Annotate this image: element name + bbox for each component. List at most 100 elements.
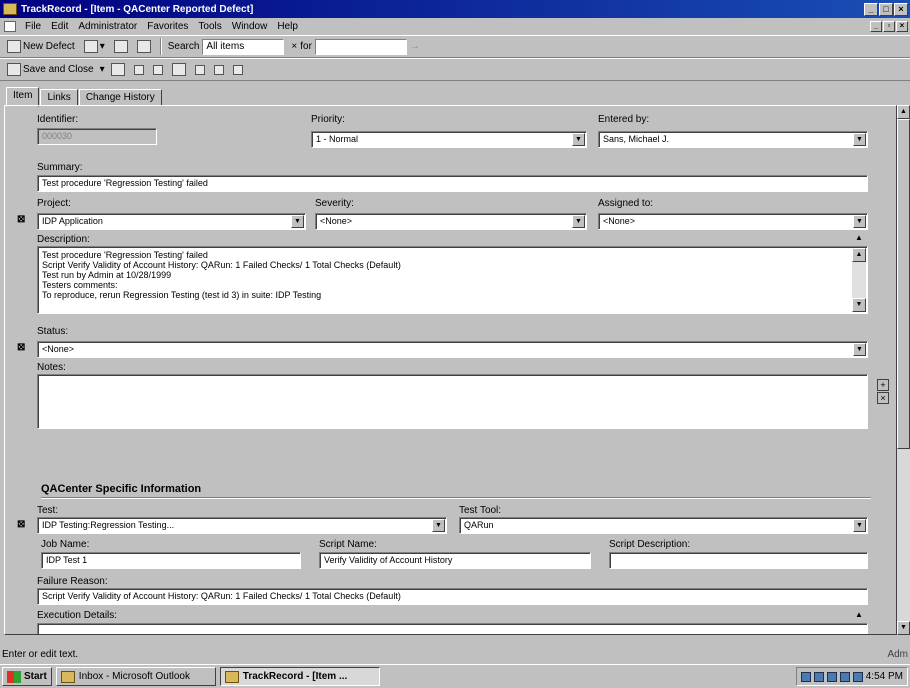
- scrollbar-thumb[interactable]: [897, 119, 910, 449]
- folder-up-button[interactable]: [134, 39, 154, 54]
- chevron-down-icon[interactable]: ▾: [100, 64, 105, 75]
- scroll-up-icon[interactable]: ▲: [897, 105, 910, 119]
- chevron-down-icon[interactable]: ▼: [853, 343, 866, 356]
- tab-links[interactable]: Links: [40, 89, 78, 106]
- menu-help[interactable]: Help: [272, 21, 303, 32]
- chevron-down-icon[interactable]: ▼: [572, 215, 585, 228]
- scroll-down-icon[interactable]: ▼: [852, 298, 866, 312]
- expand-icon[interactable]: ▲: [855, 233, 863, 242]
- display-icon[interactable]: [852, 671, 863, 682]
- script-description-input[interactable]: [609, 552, 868, 569]
- mdi-restore-button[interactable]: ▫: [883, 21, 895, 32]
- new-defect-button[interactable]: New Defect: [4, 39, 78, 54]
- description-line: To reproduce, rerun Regression Testing (…: [42, 290, 322, 300]
- delete-note-icon[interactable]: ×: [877, 392, 889, 404]
- menu-window[interactable]: Window: [227, 21, 273, 32]
- item-form-panel: Identifier: 000030 Priority: 1 - Normal …: [4, 105, 897, 635]
- minimize-button[interactable]: _: [864, 2, 878, 16]
- new-item-icon: [7, 40, 21, 53]
- close-button[interactable]: ×: [894, 2, 908, 16]
- previous-item-button[interactable]: [211, 64, 227, 76]
- next-icon: [232, 64, 243, 75]
- execution-details-label: Execution Details:: [37, 610, 118, 621]
- print-icon: [110, 63, 125, 76]
- test-tool-select[interactable]: QARun ▼: [459, 517, 868, 534]
- menu-administrator[interactable]: Administrator: [73, 21, 142, 32]
- volume-icon[interactable]: [813, 671, 824, 682]
- copy-icon: [152, 64, 163, 75]
- scroll-up-icon[interactable]: ▲: [852, 248, 866, 262]
- title-bar: TrackRecord - [Item - QACenter Reported …: [0, 0, 910, 18]
- copy-button[interactable]: [150, 64, 166, 76]
- required-marker-icon: ⊠: [17, 342, 26, 353]
- cut-button[interactable]: [131, 64, 147, 76]
- antivirus-icon[interactable]: [826, 671, 837, 682]
- panel-scrollbar[interactable]: ▲ ▼: [897, 105, 910, 635]
- list-view-button[interactable]: [111, 39, 131, 54]
- menu-file[interactable]: File: [20, 21, 46, 32]
- test-value: IDP Testing:Regression Testing...: [42, 520, 175, 530]
- next-item-button[interactable]: [230, 64, 246, 76]
- required-marker-icon: ⊠: [17, 519, 26, 530]
- status-bar: Enter or edit text. Adm: [0, 645, 910, 663]
- new-dropdown-button[interactable]: ▾: [81, 39, 108, 54]
- description-textarea[interactable]: Test procedure 'Regression Testing' fail…: [37, 246, 868, 314]
- menu-edit[interactable]: Edit: [46, 21, 73, 32]
- script-name-input[interactable]: Verify Validity of Account History: [319, 552, 591, 569]
- chevron-down-icon[interactable]: ▼: [432, 519, 445, 532]
- entered-by-select[interactable]: Sans, Michael J. ▼: [598, 131, 868, 148]
- print-button[interactable]: [108, 62, 128, 77]
- search-text-input[interactable]: [314, 38, 407, 55]
- chevron-down-icon[interactable]: ▼: [291, 215, 304, 228]
- assigned-to-label: Assigned to:: [598, 198, 654, 209]
- add-note-icon[interactable]: +: [877, 379, 889, 391]
- go-button[interactable]: →: [410, 41, 420, 52]
- notes-textarea[interactable]: [37, 374, 868, 429]
- chevron-down-icon[interactable]: ▼: [853, 133, 866, 146]
- description-scrollbar[interactable]: ▲ ▼: [852, 248, 866, 312]
- tab-item[interactable]: Item: [6, 87, 40, 107]
- description-line: Testers comments:: [42, 280, 118, 290]
- test-tool-label: Test Tool:: [459, 505, 502, 516]
- clipboard-icon[interactable]: [839, 671, 850, 682]
- severity-select[interactable]: <None> ▼: [315, 213, 587, 230]
- toolbar-separator: [159, 38, 162, 55]
- task-outlook[interactable]: Inbox - Microsoft Outlook: [55, 667, 216, 686]
- clock[interactable]: 4:54 PM: [866, 671, 903, 682]
- chevron-down-icon[interactable]: ▼: [572, 133, 585, 146]
- summary-input[interactable]: Test procedure 'Regression Testing' fail…: [37, 175, 868, 192]
- save-close-button[interactable]: Save and Close: [4, 62, 97, 77]
- job-name-input[interactable]: IDP Test 1: [41, 552, 301, 569]
- chevron-down-icon[interactable]: ▼: [853, 215, 866, 228]
- task-trackrecord[interactable]: TrackRecord - [Item ...: [219, 667, 380, 686]
- menu-tools[interactable]: Tools: [193, 21, 226, 32]
- dismiss-icon[interactable]: ×: [291, 41, 297, 52]
- status-select[interactable]: <None> ▼: [37, 341, 868, 358]
- network-icon[interactable]: [800, 671, 811, 682]
- chevron-down-icon[interactable]: ▼: [853, 519, 866, 532]
- search-scope-value: All items: [206, 41, 245, 52]
- scroll-down-icon[interactable]: ▼: [897, 621, 910, 635]
- start-button[interactable]: Start: [2, 667, 52, 686]
- description-line: Test run by Admin at 10/28/1999: [42, 270, 172, 280]
- failure-reason-input[interactable]: Script Verify Validity of Account Histor…: [37, 588, 868, 605]
- test-select[interactable]: IDP Testing:Regression Testing... ▼: [37, 517, 447, 534]
- assigned-to-select[interactable]: <None> ▼: [598, 213, 868, 230]
- mdi-minimize-button[interactable]: _: [870, 21, 882, 32]
- system-tray: 4:54 PM: [795, 667, 908, 686]
- tab-change-history[interactable]: Change History: [78, 89, 162, 106]
- app-icon[interactable]: [3, 3, 17, 15]
- execution-details-textarea[interactable]: [37, 623, 868, 634]
- windows-logo-icon: [7, 670, 21, 683]
- search-scope-select[interactable]: All items: [202, 38, 285, 55]
- menu-favorites[interactable]: Favorites: [142, 21, 193, 32]
- undo-button[interactable]: [192, 64, 208, 76]
- paste-button[interactable]: [169, 62, 189, 77]
- expand-icon[interactable]: ▲: [855, 610, 863, 619]
- search-label: Search: [167, 41, 200, 52]
- project-select[interactable]: IDP Application ▼: [37, 213, 306, 230]
- mdi-close-button[interactable]: ×: [896, 21, 908, 32]
- maximize-button[interactable]: □: [879, 2, 893, 16]
- document-icon[interactable]: [4, 21, 16, 32]
- priority-select[interactable]: 1 - Normal ▼: [311, 131, 587, 148]
